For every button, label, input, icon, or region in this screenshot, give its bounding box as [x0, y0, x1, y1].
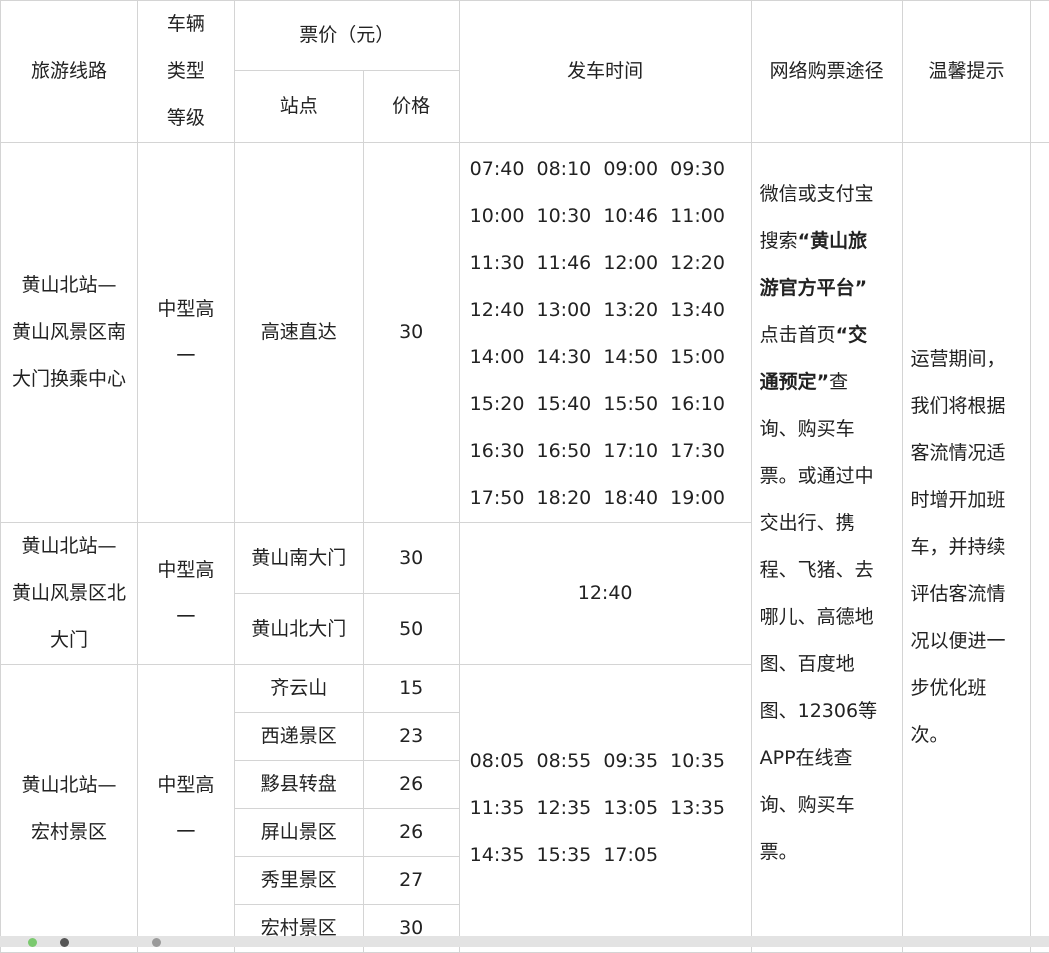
status-dot-icon — [152, 938, 161, 947]
route-cell: 黄山北站— 黄山风景区南 大门换乘中心 — [0, 142, 138, 523]
station-cell: 黄山南大门 — [233, 522, 364, 594]
station-cell: 秀里景区 — [233, 856, 364, 905]
status-dot-icon — [28, 938, 37, 947]
header-depart-time: 发车时间 — [458, 0, 752, 143]
header-online-ticket: 网络购票途径 — [750, 0, 903, 143]
route-cell: 黄山北站— 宏村景区 — [0, 664, 138, 953]
price-cell: 27 — [362, 856, 460, 905]
price-cell: 30 — [362, 522, 460, 594]
bus-schedule-table: 旅游线路 车辆 类型 等级 票价（元） 发车时间 网络购票途径 温馨提示 站点 … — [0, 0, 1049, 953]
station-cell: 齐云山 — [233, 664, 364, 713]
vehicle-cell: 中型高 一 — [136, 664, 235, 953]
horizontal-scrollbar[interactable] — [0, 936, 1049, 947]
header-vehicle: 车辆 类型 等级 — [136, 0, 235, 143]
status-dot-icon — [60, 938, 69, 947]
header-route: 旅游线路 — [0, 0, 138, 143]
station-cell: 屏山景区 — [233, 808, 364, 857]
blank-cell — [1030, 142, 1049, 953]
departure-times: 12:40 — [458, 522, 752, 665]
header-tips: 温馨提示 — [901, 0, 1032, 143]
price-cell: 50 — [362, 593, 460, 665]
station-cell: 黟县转盘 — [233, 760, 364, 809]
blank-cell — [1030, 0, 1049, 143]
price-cell: 26 — [362, 808, 460, 857]
header-station: 站点 — [233, 69, 364, 144]
tips-info: 运营期间， 我们将根据 客流情况适 时增开加班 车，并持续 评估客流情 况以便进… — [901, 142, 1032, 953]
station-cell: 西递景区 — [233, 712, 364, 761]
vehicle-cell: 中型高 一 — [136, 522, 235, 665]
header-price: 价格 — [362, 69, 460, 144]
station-cell: 高速直达 — [233, 142, 364, 523]
route-cell: 黄山北站— 黄山风景区北 大门 — [0, 522, 138, 665]
price-cell: 30 — [362, 142, 460, 523]
vehicle-cell: 中型高 一 — [136, 142, 235, 523]
price-cell: 15 — [362, 664, 460, 713]
departure-times: 07:40 08:10 09:00 09:30 10:00 10:30 10:4… — [458, 142, 752, 523]
header-fare: 票价（元） — [233, 0, 460, 71]
online-ticket-info: 微信或支付宝 搜索“黄山旅 游官方平台” 点击首页“交 通预定”查 询、购买车 … — [750, 142, 903, 953]
departure-times: 08:05 08:55 09:35 10:35 11:35 12:35 13:0… — [458, 664, 752, 953]
station-cell: 黄山北大门 — [233, 593, 364, 665]
price-cell: 23 — [362, 712, 460, 761]
price-cell: 26 — [362, 760, 460, 809]
